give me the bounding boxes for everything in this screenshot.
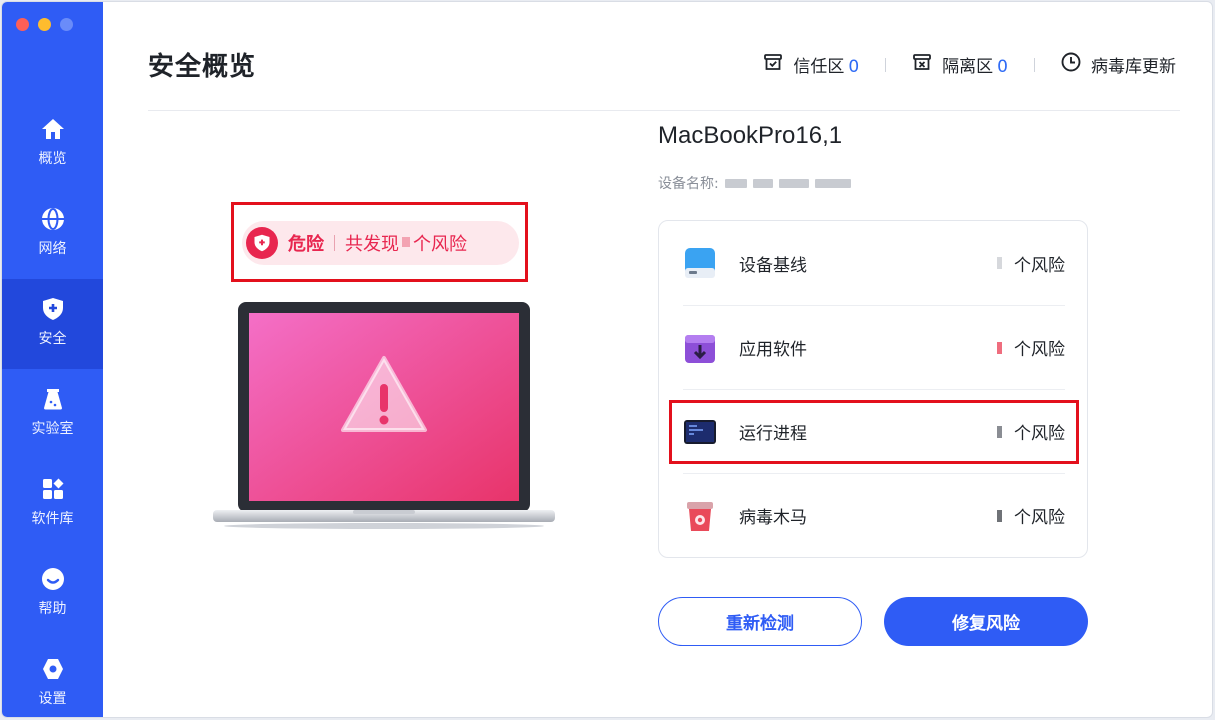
settings-icon [40,656,66,682]
trust-box-icon [763,52,783,77]
clock-icon [1061,52,1081,77]
redacted-count [997,341,1002,354]
sidebar-item-label: 设置 [38,691,67,707]
toolbar-divider [885,57,887,72]
quarantine-box-icon [912,52,932,77]
globe-icon [40,206,66,232]
window-controls [16,18,73,31]
sidebar-item-label: 网络 [38,241,67,257]
trust-zone-button[interactable]: 信任区 0 [763,52,859,77]
sidebar-item-security[interactable]: 安全 [2,279,103,369]
sidebar-item-help[interactable]: 帮助 [2,549,103,639]
virus-db-update-label: 病毒库更新 [1091,57,1176,77]
device-name-row: 设备名称: [658,173,851,193]
sidebar: 概览 网络 安全 实验室 软件库 帮助 设置 [2,2,103,717]
toolbar-divider [1034,57,1035,72]
header-divider [148,110,1180,111]
flask-icon [40,386,66,412]
risk-row-baseline[interactable]: 设备基线 个风险 [683,221,1065,305]
page-title: 安全概览 [148,52,257,82]
risk-category-name: 设备基线 [739,255,807,276]
apps-icon [40,476,66,502]
laptop-illustration [213,302,555,538]
rescan-button[interactable]: 重新检测 [658,597,862,646]
trust-zone-count: 0 [848,57,860,77]
shield-plus-icon [40,296,66,322]
risk-count-suffix: 个风险 [1014,255,1065,276]
sidebar-item-settings[interactable]: 设置 [2,639,103,717]
trust-zone-label: 信任区 [793,57,845,77]
sidebar-item-label: 概览 [38,151,67,167]
risk-category-name: 应用软件 [739,340,807,360]
close-window-button[interactable] [16,18,29,31]
redacted-device-name [778,178,809,188]
risk-count-suffix: 个风险 [1014,508,1065,528]
app-download-icon [683,331,717,365]
sidebar-item-network[interactable]: 网络 [2,189,103,279]
quarantine-count: 0 [997,57,1008,77]
risk-category-count: 个风险 [997,335,1065,360]
device-model: MacBookPro16,1 [658,122,843,149]
sidebar-item-label: 实验室 [31,421,74,437]
redacted-device-name [752,178,773,188]
risk-category-name: 病毒木马 [739,508,807,528]
sidebar-item-label: 帮助 [38,601,67,617]
disk-icon [683,246,717,280]
redacted-device-name [724,178,747,188]
risk-category-count: 个风险 [997,251,1065,276]
virus-bin-icon [683,499,717,533]
quarantine-label: 隔离区 [942,57,994,77]
help-icon [40,566,66,592]
virus-db-update-button[interactable]: 病毒库更新 [1061,52,1176,77]
fix-risks-button[interactable]: 修复风险 [884,597,1088,646]
redacted-device-name [814,178,851,188]
redacted-count [997,509,1002,522]
home-icon [40,116,66,142]
risk-row-virus[interactable]: 病毒木马 个风险 [683,473,1065,557]
app-window: 概览 网络 安全 实验室 软件库 帮助 设置 安全概览 信任区 0 隔离区 0 … [1,1,1213,718]
sidebar-item-label: 安全 [38,331,67,347]
highlight-box-status [231,202,528,282]
risk-category-card: 设备基线 个风险 应用软件 个风险 运行进程 个风险 病毒木马 个风险 [658,220,1088,558]
redacted-count [997,257,1002,269]
risk-category-count: 个风险 [997,503,1065,528]
sidebar-item-lab[interactable]: 实验室 [2,369,103,459]
minimize-window-button[interactable] [38,18,51,31]
sidebar-item-software[interactable]: 软件库 [2,459,103,549]
risk-row-apps[interactable]: 应用软件 个风险 [683,305,1065,389]
risk-count-suffix: 个风险 [1014,340,1065,360]
sidebar-item-label: 软件库 [31,511,74,527]
sidebar-nav: 概览 网络 安全 实验室 软件库 帮助 设置 [2,99,103,717]
header-toolbar: 信任区 0 隔离区 0 病毒库更新 [763,52,1176,77]
device-name-label: 设备名称: [658,176,719,192]
highlight-box-processes [669,400,1079,464]
zoom-window-button[interactable] [60,18,73,31]
quarantine-button[interactable]: 隔离区 0 [912,52,1008,77]
sidebar-item-overview[interactable]: 概览 [2,99,103,189]
